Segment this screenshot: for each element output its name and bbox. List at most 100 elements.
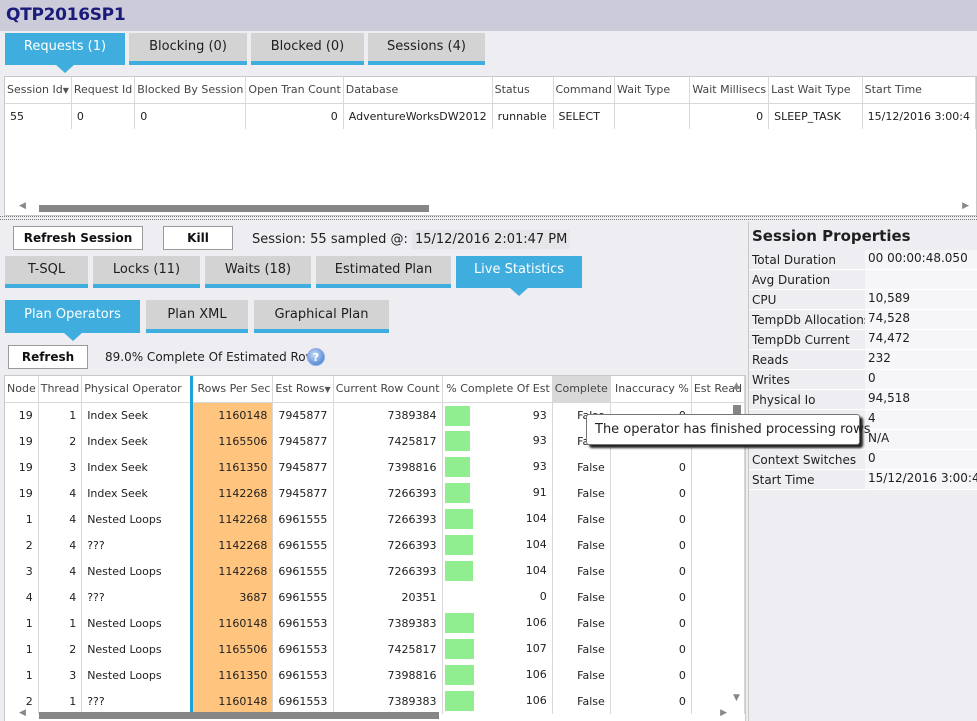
scroll-thumb[interactable] (733, 405, 741, 414)
col-start-time[interactable]: Start Time (862, 77, 976, 104)
col-session-id[interactable]: Session Id▼ (5, 77, 72, 104)
table-row[interactable]: 1 2 Nested Loops 1165506 6961553 7425817 107 Fa… (5, 636, 745, 662)
progress-bar (444, 665, 474, 685)
col-database[interactable]: Database (343, 77, 493, 104)
cell-est-rows: 7945877 (272, 480, 334, 506)
property-value: 0 (865, 370, 977, 389)
cell-complete: False (552, 532, 611, 558)
tab-plan-operators[interactable]: Plan Operators (5, 300, 140, 341)
pct-value: 93 (532, 434, 547, 447)
scroll-left-icon[interactable]: ◀ (19, 708, 26, 718)
cell-node: 1 (5, 636, 39, 662)
col-last-wait-type[interactable]: Last Wait Type (768, 77, 863, 104)
scroll-left-icon[interactable]: ◀ (19, 201, 26, 211)
property-row[interactable]: Writes 0 (749, 370, 977, 390)
col-status[interactable]: Status (492, 77, 554, 104)
tab-blocked[interactable]: Blocked (0) (251, 33, 364, 65)
progress-bar (444, 483, 470, 503)
scroll-up-icon[interactable]: ▲ (733, 381, 740, 391)
col-physical-operator[interactable]: Physical Operator (81, 376, 192, 403)
col-rows-per-sec[interactable]: Rows Per Sec (189, 376, 274, 403)
property-value: 74,472 (865, 330, 977, 349)
col-command[interactable]: Command (553, 77, 616, 104)
col-complete[interactable]: Complete (552, 376, 611, 403)
col-inaccuracy[interactable]: Inaccuracy % (610, 376, 692, 403)
table-row[interactable]: 1 3 Nested Loops 1161350 6961553 7398816 106 Fa… (5, 662, 745, 688)
property-value: 10,589 (865, 290, 977, 309)
cell-rows-per-sec: 3687 (189, 584, 274, 610)
pct-value: 104 (525, 538, 547, 551)
cell-node: 2 (5, 532, 39, 558)
tab-live-statistics[interactable]: Live Statistics (456, 256, 582, 296)
property-row[interactable]: Physical Io 94,518 (749, 390, 977, 410)
table-row[interactable]: 1 4 Nested Loops 1142268 6961555 7266393 104 Fa… (5, 506, 745, 532)
property-row[interactable]: CPU 10,589 (749, 290, 977, 310)
tab-graphical-plan[interactable]: Graphical Plan (254, 300, 389, 333)
table-row[interactable]: 2 4??? 1142268 6961555 7266393 104 False 0 (5, 532, 745, 558)
property-row[interactable]: Context Switches 0 (749, 450, 977, 470)
tab-locks[interactable]: Locks (11) (93, 256, 200, 288)
table-row[interactable]: 3 4 Nested Loops 1142268 6961555 7266393 104 Fa… (5, 558, 745, 584)
scroll-thumb[interactable] (39, 205, 429, 212)
col-node[interactable]: Node (5, 376, 39, 403)
kill-button[interactable]: Kill (163, 226, 233, 250)
col-blocked-by-session[interactable]: Blocked By Session (134, 77, 247, 104)
property-row[interactable]: TempDb Allocations 74,528 (749, 310, 977, 330)
session-properties-title: Session Properties (752, 227, 911, 245)
operators-header-row: Node Thread Physical Operator Rows Per S… (5, 376, 745, 403)
tab-waits[interactable]: Waits (18) (205, 256, 311, 288)
col-pct-complete[interactable]: % Complete Of Est (442, 376, 553, 403)
property-value: 74,528 (865, 310, 977, 329)
col-est-rows[interactable]: Est Rows▼ (272, 376, 334, 403)
requests-table: Session Id▼ Request Id Blocked By Sessio… (5, 77, 976, 129)
col-wait-millisecs[interactable]: Wait Millisecs (689, 77, 770, 104)
scroll-right-icon[interactable]: ▶ (720, 708, 727, 718)
property-value (865, 270, 977, 289)
property-label: Total Duration (749, 250, 865, 269)
tab-plan-xml[interactable]: Plan XML (146, 300, 248, 333)
col-thread[interactable]: Thread (38, 376, 83, 403)
properties-list: Total Duration 00 00:00:48.050 Avg Duratio… (749, 250, 977, 490)
table-row[interactable]: 1 1 Nested Loops 1160148 6961553 7389383 106 Fa… (5, 610, 745, 636)
cell-last-wait-type: SLEEP_TASK (768, 103, 863, 129)
col-wait-type[interactable]: Wait Type (614, 77, 691, 104)
tab-blocking[interactable]: Blocking (0) (129, 33, 247, 65)
table-row[interactable]: 19 3 Index Seek 1161350 7945877 7398816 93 Fals… (5, 454, 745, 480)
cell-rows-per-sec: 1142268 (189, 532, 274, 558)
cell-node: 19 (5, 428, 39, 454)
requests-hscrollbar[interactable]: ◀ ▶ (9, 201, 971, 215)
progress-bar (444, 535, 473, 555)
col-open-tran-count[interactable]: Open Tran Count (245, 77, 344, 104)
refresh-session-button[interactable]: Refresh Session (13, 226, 143, 250)
panel-splitter[interactable] (0, 216, 977, 220)
table-row[interactable]: 55 0 0 0 AdventureWorksDW2012 runnable S… (5, 103, 976, 129)
cell-rows-per-sec: 1161350 (189, 454, 274, 480)
tab-estimated-plan[interactable]: Estimated Plan (316, 256, 451, 288)
operators-hscrollbar[interactable]: ◀ ▶ (9, 708, 729, 721)
help-icon[interactable]: ? (307, 348, 325, 366)
progress-bar (444, 561, 473, 581)
cell-node: 1 (5, 610, 39, 636)
property-row[interactable]: Reads 232 (749, 350, 977, 370)
table-row[interactable]: 19 4 Index Seek 1142268 7945877 7266393 91 Fals… (5, 480, 745, 506)
property-label: Context Switches (749, 450, 865, 469)
table-row[interactable]: 4 4??? 3687 6961555 20351 0 False 0 (5, 584, 745, 610)
col-current-row-count[interactable]: Current Row Count (333, 376, 443, 403)
cell-node: 3 (5, 558, 39, 584)
property-row[interactable]: Start Time15/12/2016 3:00:45 A (749, 470, 977, 490)
scroll-right-icon[interactable]: ▶ (962, 201, 969, 211)
col-request-id[interactable]: Request Id (71, 77, 136, 104)
pct-value: 104 (525, 512, 547, 525)
scroll-thumb[interactable] (39, 712, 439, 719)
scroll-down-icon[interactable]: ▼ (733, 693, 740, 703)
cell-database: AdventureWorksDW2012 (343, 103, 493, 129)
property-row[interactable]: Avg Duration (749, 270, 977, 290)
property-row[interactable]: Total Duration 00 00:00:48.050 (749, 250, 977, 270)
cell-complete: False (552, 584, 611, 610)
refresh-button[interactable]: Refresh (8, 345, 88, 369)
cell-node: 1 (5, 506, 39, 532)
tab-sessions[interactable]: Sessions (4) (368, 33, 485, 65)
tab-tsql[interactable]: T-SQL (5, 256, 88, 288)
tab-requests[interactable]: Requests (1) (5, 33, 125, 73)
property-row[interactable]: TempDb Current 74,472 (749, 330, 977, 350)
